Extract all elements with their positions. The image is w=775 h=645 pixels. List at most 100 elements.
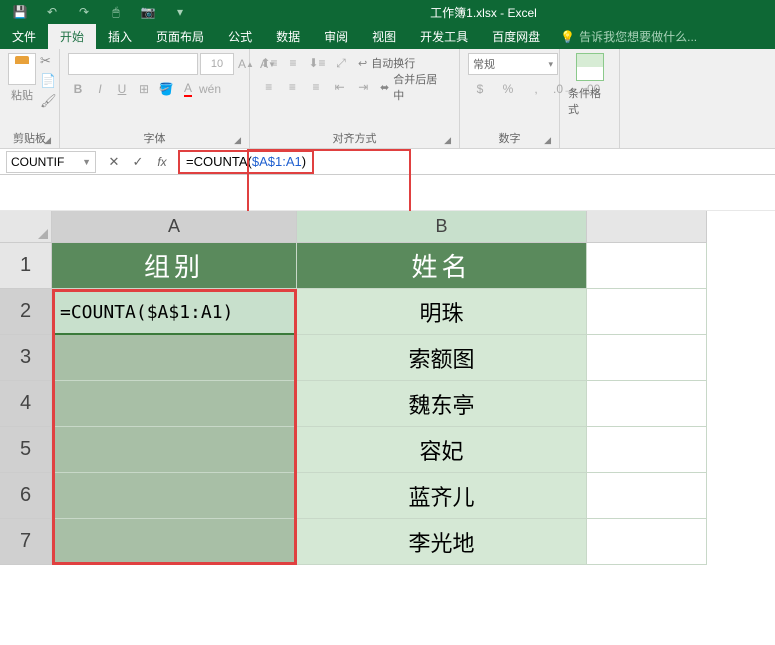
cell-C5[interactable] (587, 427, 707, 473)
tab-baidu[interactable]: 百度网盘 (480, 24, 552, 49)
bulb-icon: 💡 (560, 30, 575, 44)
percent-icon: % (496, 79, 520, 99)
tab-view[interactable]: 视图 (360, 24, 408, 49)
currency-icon: $ (468, 79, 492, 99)
tell-me[interactable]: 💡告诉我您想要做什么... (552, 24, 705, 49)
cell-A6[interactable] (52, 473, 297, 519)
paste-label: 粘贴 (11, 87, 33, 103)
tab-file[interactable]: 文件 (0, 24, 48, 49)
launcher-icon[interactable]: ◢ (234, 135, 241, 146)
conditional-formatting-button: 条件格式 (568, 53, 611, 117)
format-painter-icon[interactable]: 🖌 (40, 93, 56, 109)
chevron-down-icon[interactable]: ▼ (82, 157, 91, 167)
ribbon-tabs: 文件 开始 插入 页面布局 公式 数据 审阅 视图 开发工具 百度网盘 💡告诉我… (0, 24, 775, 49)
align-label: 对齐方式◢ (258, 128, 451, 148)
border-button: ⊞ (134, 79, 154, 99)
formula-input[interactable]: =COUNTA($A$1:A1) (174, 151, 775, 173)
cell-C7[interactable] (587, 519, 707, 565)
cell-B6[interactable]: 蓝齐儿 (297, 473, 587, 519)
italic-button: I (90, 79, 110, 99)
tab-review[interactable]: 审阅 (312, 24, 360, 49)
cell-C1[interactable] (587, 243, 707, 289)
cell-B1[interactable]: 姓名 (297, 243, 587, 289)
cell-A5[interactable] (52, 427, 297, 473)
font-label: 字体◢ (68, 128, 241, 148)
cell-A1[interactable]: 组别 (52, 243, 297, 289)
launcher-icon[interactable]: ◢ (44, 135, 51, 146)
wrap-text-button: ↩自动换行 (354, 53, 419, 73)
cell-B2[interactable]: 明珠 (297, 289, 587, 335)
merge-icon: ⬌ (380, 81, 389, 94)
cut-icon[interactable]: ✂ (40, 53, 56, 69)
row-header-2[interactable]: 2 (0, 289, 52, 335)
col-header-B[interactable]: B (297, 211, 587, 243)
launcher-icon[interactable]: ◢ (444, 135, 451, 146)
tab-dev[interactable]: 开发工具 (408, 24, 480, 49)
indent-decrease-icon: ⇤ (329, 77, 351, 97)
qat-dropdown-icon[interactable]: ▾ (170, 2, 190, 22)
group-styles: 条件格式 (560, 49, 620, 148)
group-alignment: ⬆≡ ≡ ⬇≡ ⤢ ↩自动换行 ≡ ≡ ≡ ⇤ ⇥ ⬌合并后居中 对齐方式◢ (250, 49, 460, 148)
align-right-icon: ≡ (305, 77, 327, 97)
enter-button[interactable]: ✓ (126, 151, 150, 173)
group-clipboard: 粘贴 ✂ 📄 🖌 剪贴板◢ (0, 49, 60, 148)
cell-A4[interactable] (52, 381, 297, 427)
cancel-button[interactable]: ✕ (102, 151, 126, 173)
number-label: 数字◢ (468, 128, 551, 148)
tab-home[interactable]: 开始 (48, 24, 96, 49)
phonetic-button: wén (200, 79, 220, 99)
fx-button[interactable]: fx (150, 151, 174, 173)
font-name-input (68, 53, 198, 75)
redo-icon[interactable]: ↷ (74, 2, 94, 22)
copy-icon[interactable]: 📄 (40, 73, 56, 89)
orientation-icon: ⤢ (330, 53, 352, 73)
annotation-box (0, 175, 775, 211)
align-middle-icon: ≡ (282, 53, 304, 73)
paste-button: 粘贴 (8, 53, 36, 103)
tab-formulas[interactable]: 公式 (216, 24, 264, 49)
col-header-A[interactable]: A (52, 211, 297, 243)
paste-icon (8, 53, 36, 85)
number-format-select: 常规▾ (468, 53, 558, 75)
title-bar: 💾 ↶ ↷ 🖱 📷 ▾ 工作簿1.xlsx - Excel (0, 0, 775, 24)
tab-insert[interactable]: 插入 (96, 24, 144, 49)
comma-icon: , (524, 79, 548, 99)
tab-layout[interactable]: 页面布局 (144, 24, 216, 49)
name-box[interactable]: COUNTIF▼ (6, 151, 96, 173)
row-header-4[interactable]: 4 (0, 381, 52, 427)
cell-A2[interactable]: =COUNTA($A$1:A1) (52, 289, 297, 335)
bold-button: B (68, 79, 88, 99)
row-header-1[interactable]: 1 (0, 243, 52, 289)
cell-A3[interactable] (52, 335, 297, 381)
cell-B5[interactable]: 容妃 (297, 427, 587, 473)
merge-center-button: ⬌合并后居中 (376, 77, 451, 97)
align-left-icon: ≡ (258, 77, 280, 97)
select-all-corner[interactable] (0, 211, 52, 243)
cell-C3[interactable] (587, 335, 707, 381)
cell-C2[interactable] (587, 289, 707, 335)
tab-data[interactable]: 数据 (264, 24, 312, 49)
ribbon: 粘贴 ✂ 📄 🖌 剪贴板◢ A▲ A▼ B I U ⊞ 🪣 (0, 49, 775, 149)
row-header-7[interactable]: 7 (0, 519, 52, 565)
cell-C4[interactable] (587, 381, 707, 427)
cell-B3[interactable]: 索额图 (297, 335, 587, 381)
group-number: 常规▾ $ % , .0→ .00 数字◢ (460, 49, 560, 148)
wrap-icon: ↩ (358, 57, 367, 70)
col-header-C[interactable] (587, 211, 707, 243)
row-header-5[interactable]: 5 (0, 427, 52, 473)
camera-icon[interactable]: 📷 (138, 2, 158, 22)
spreadsheet-grid: A B 1 组别 姓名 2 =COUNTA($A$1:A1) 明珠 3 索额图 … (0, 211, 775, 565)
row-header-3[interactable]: 3 (0, 335, 52, 381)
mouse-icon[interactable]: 🖱 (106, 2, 126, 22)
group-font: A▲ A▼ B I U ⊞ 🪣 A wén 字体◢ (60, 49, 250, 148)
save-icon[interactable]: 💾 (10, 2, 30, 22)
indent-increase-icon: ⇥ (352, 77, 374, 97)
undo-icon[interactable]: ↶ (42, 2, 62, 22)
row-header-6[interactable]: 6 (0, 473, 52, 519)
launcher-icon[interactable]: ◢ (544, 135, 551, 146)
cell-C6[interactable] (587, 473, 707, 519)
clipboard-label: 剪贴板◢ (8, 128, 51, 148)
cell-B4[interactable]: 魏东亭 (297, 381, 587, 427)
cell-B7[interactable]: 李光地 (297, 519, 587, 565)
cell-A7[interactable] (52, 519, 297, 565)
